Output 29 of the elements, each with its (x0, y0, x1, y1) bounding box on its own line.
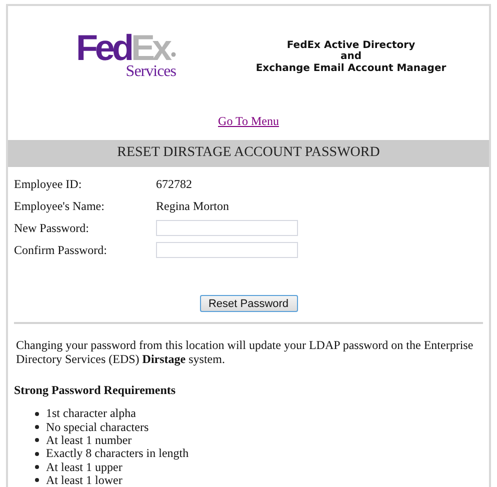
requirement-item: At least 1 lower (46, 472, 122, 487)
requirement-item: Exactly 8 characters in length (46, 446, 189, 462)
requirement-item: At least 1 number (46, 432, 132, 448)
app-title: FedEx Active Directory (286, 40, 416, 51)
app-title: Exchange Email Account Manager (256, 62, 446, 74)
bullet-icon (35, 425, 39, 430)
requirement-item: No special characters (46, 420, 149, 435)
app-title: and (340, 51, 362, 63)
password-field[interactable] (156, 242, 298, 258)
field-value: 672782 (156, 176, 192, 192)
bullet-icon (35, 465, 39, 470)
password-field[interactable] (156, 220, 298, 236)
section-title: RESET DIRSTAGE ACCOUNT PASSWORD (117, 145, 380, 162)
field-value: Regina Morton (156, 198, 229, 214)
field-label: New Password: (14, 220, 90, 236)
fedex-logo: FedEx Services (74, 33, 176, 80)
requirements-heading: Strong Password Requirements (14, 383, 177, 398)
notice-text: Changing your password from this location will update your LDAP password on the Enterprise Directory Services (EDS) Dirstage system. (16, 338, 474, 366)
field-label: Employee ID: (14, 176, 83, 192)
bullet-icon (35, 438, 39, 442)
requirement-item: 1st character alpha (46, 406, 136, 422)
bullet-icon (35, 452, 39, 456)
field-label: Confirm Password: (14, 242, 108, 258)
requirement-item: At least 1 upper (46, 460, 122, 475)
menu-link[interactable]: Go To Menu (218, 114, 279, 129)
reset-password-button[interactable]: Reset Password (200, 295, 298, 312)
field-label: Employee's Name: (14, 198, 106, 214)
bullet-icon (35, 412, 39, 416)
bullet-icon (35, 478, 39, 482)
